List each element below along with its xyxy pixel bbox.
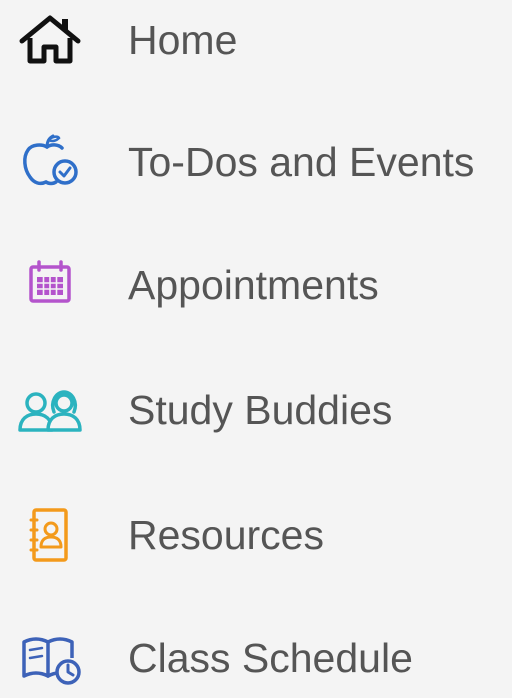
sidebar-item-label: Study Buddies (128, 387, 393, 433)
sidebar-item-label: Home (128, 17, 238, 63)
sidebar-item-study-buddies[interactable]: Study Buddies (0, 370, 512, 450)
sidebar-item-label: Class Schedule (128, 635, 413, 681)
sidebar-item-label: To-Dos and Events (128, 139, 475, 185)
sidebar-item-appointments[interactable]: Appointments (0, 245, 512, 325)
home-icon (10, 10, 90, 70)
calendar-icon (10, 255, 90, 315)
apple-check-icon (10, 132, 90, 192)
sidebar-item-label: Resources (128, 512, 324, 558)
sidebar-item-resources[interactable]: Resources (0, 495, 512, 575)
people-icon (10, 380, 90, 440)
book-clock-icon (10, 628, 90, 688)
sidebar-item-class-schedule[interactable]: Class Schedule (0, 618, 512, 698)
contact-book-icon (10, 505, 90, 565)
sidebar-item-label: Appointments (128, 262, 379, 308)
sidebar-item-todos-events[interactable]: To-Dos and Events (0, 122, 512, 202)
sidebar-nav: Home To-Dos and Events Appointments Stud… (0, 0, 512, 685)
sidebar-item-home[interactable]: Home (0, 0, 512, 80)
